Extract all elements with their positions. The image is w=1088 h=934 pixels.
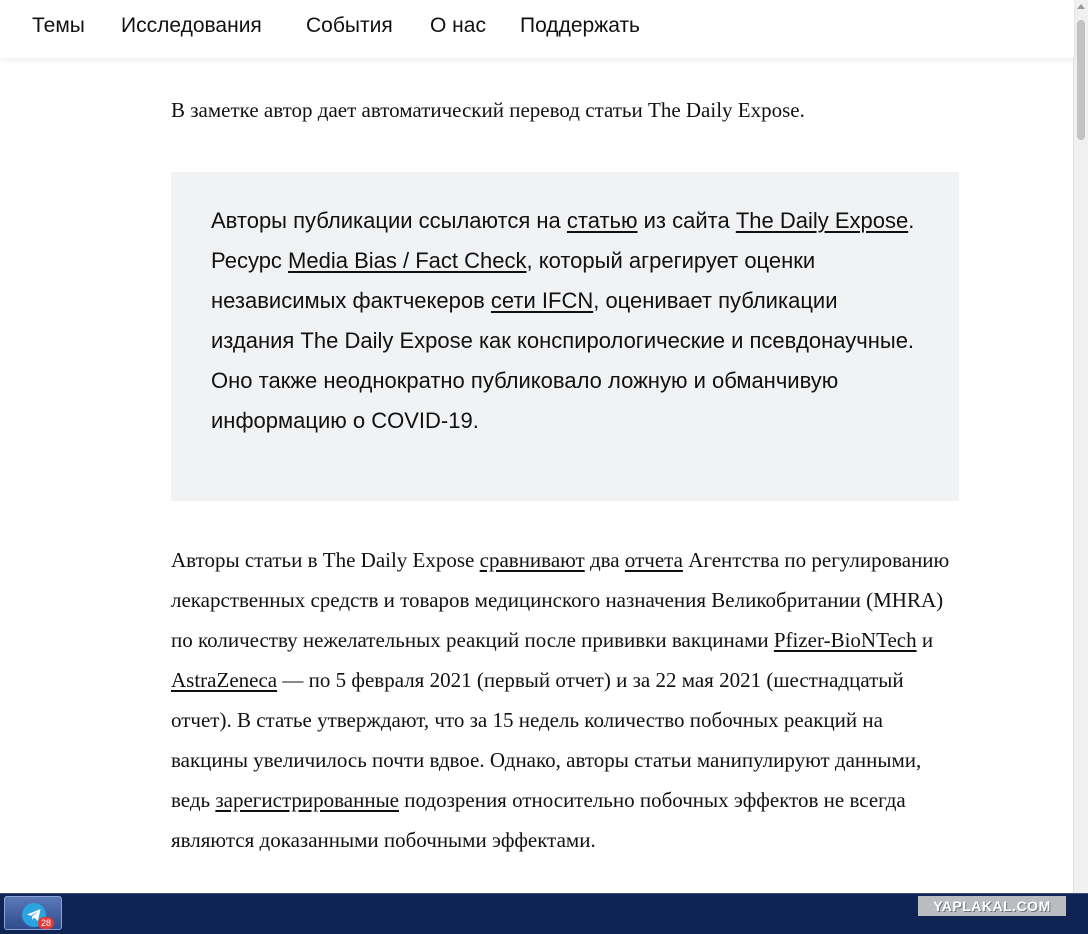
- callout-text: Авторы публикации ссылаются на статью из…: [211, 201, 919, 441]
- telegram-taskbar-button[interactable]: 28: [4, 896, 62, 930]
- link-article[interactable]: статью: [567, 208, 638, 233]
- taskbar: 28 YAPLAKAL.COM: [0, 893, 1088, 934]
- link-registered[interactable]: зарегистрированные: [215, 788, 399, 812]
- link-ifcn[interactable]: сети IFCN: [491, 288, 593, 313]
- nav-item-research[interactable]: Исследования: [121, 14, 262, 38]
- para-text-part: и: [916, 628, 934, 652]
- callout-text-part: из сайта: [637, 208, 736, 233]
- vertical-scrollbar[interactable]: [1073, 0, 1088, 893]
- para-text-part: два: [584, 548, 625, 572]
- article-paragraph: Авторы статьи в The Daily Expose сравнив…: [171, 540, 961, 860]
- scrollbar-thumb[interactable]: [1077, 20, 1085, 140]
- nav-item-events[interactable]: События: [306, 14, 393, 38]
- link-pfizer-biontech[interactable]: Pfizer-BioNTech: [774, 628, 917, 652]
- telegram-unread-badge: 28: [38, 917, 54, 929]
- link-media-bias-fact-check[interactable]: Media Bias / Fact Check: [288, 248, 526, 273]
- callout-text-part: Авторы публикации ссылаются на: [211, 208, 567, 233]
- scroll-up-arrow-icon[interactable]: [1077, 4, 1085, 9]
- para-text-part: Авторы статьи в The Daily Expose: [171, 548, 480, 572]
- link-reports[interactable]: отчета: [625, 548, 683, 572]
- link-compare[interactable]: сравнивают: [480, 548, 585, 572]
- link-astrazeneca[interactable]: AstraZeneca: [171, 668, 277, 692]
- article-lead: В заметке автор дает автоматический пере…: [171, 98, 805, 122]
- nav-item-about[interactable]: О нас: [430, 14, 486, 38]
- top-nav: Темы Исследования События О нас Поддержа…: [0, 0, 1074, 58]
- fact-check-callout: Авторы публикации ссылаются на статью из…: [171, 172, 959, 501]
- link-daily-expose[interactable]: The Daily Expose: [736, 208, 908, 233]
- nav-item-topics[interactable]: Темы: [32, 14, 85, 38]
- yaplakal-watermark: YAPLAKAL.COM: [918, 896, 1066, 916]
- nav-item-support[interactable]: Поддержать: [520, 14, 640, 38]
